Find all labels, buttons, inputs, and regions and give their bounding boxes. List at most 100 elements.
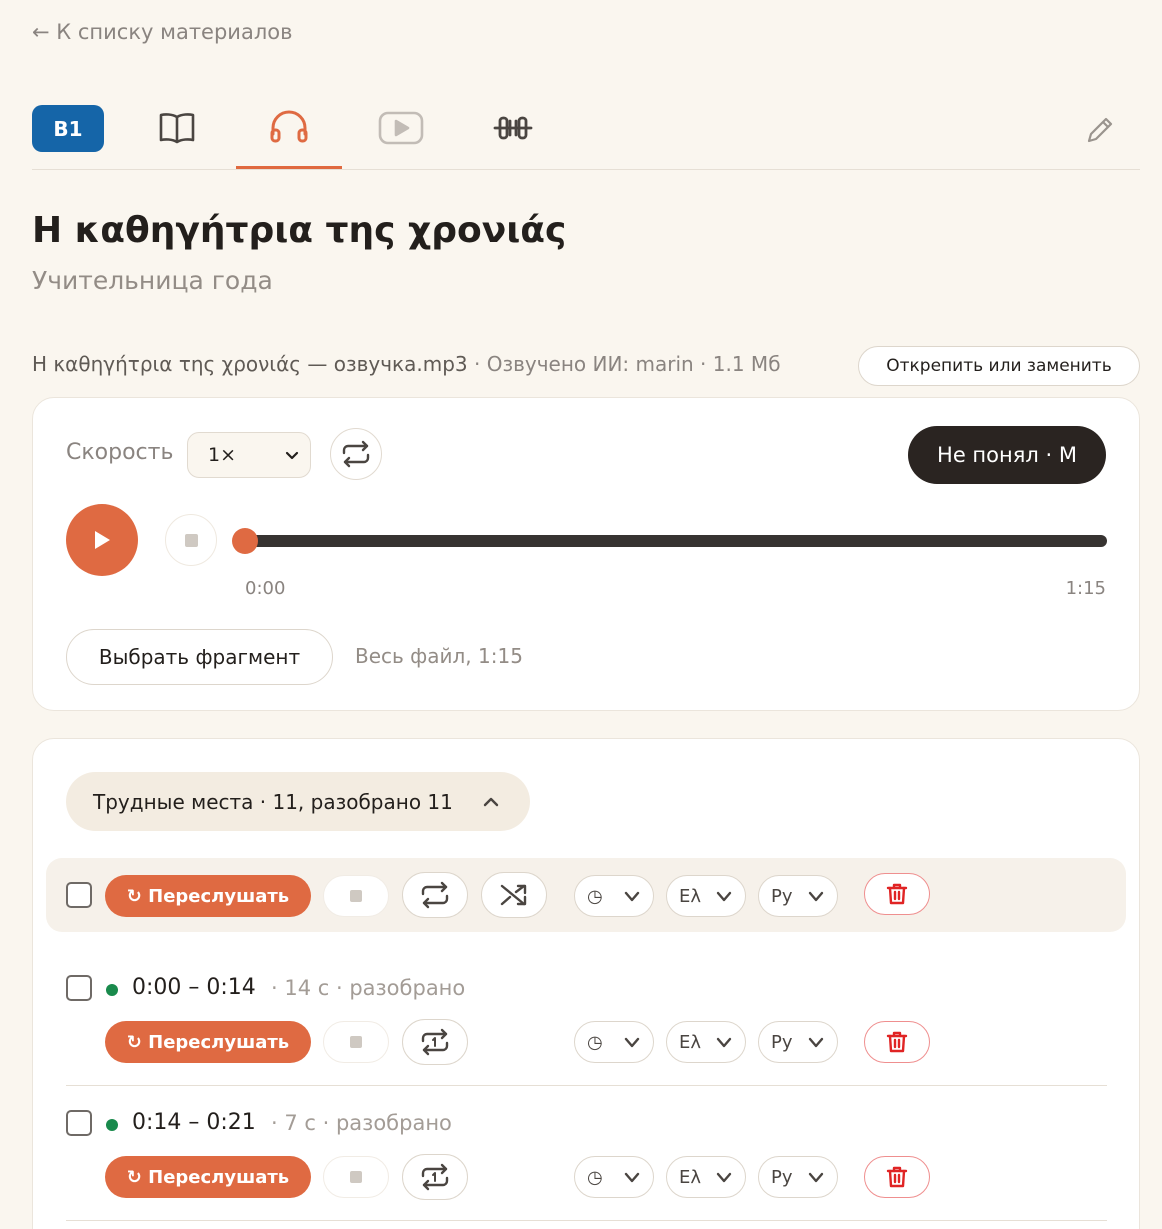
segment-greek-select[interactable]: Ελ xyxy=(666,1021,746,1063)
bulk-repeat-button[interactable] xyxy=(402,872,468,918)
speed-value: 1× xyxy=(208,444,237,466)
tab-reading[interactable] xyxy=(124,100,230,169)
timing-select-value: ◷ xyxy=(587,1166,603,1188)
timing-select-value: ◷ xyxy=(587,1031,603,1053)
audio-file-meta: · Озвучено ИИ: marin · 1.1 Мб xyxy=(467,352,781,376)
segment-meta: · 14 с · разобрано xyxy=(271,976,466,1000)
bulk-stop-button[interactable] xyxy=(323,875,389,917)
timing-select-value: ◷ xyxy=(587,885,603,907)
chevron-down-icon xyxy=(808,891,824,902)
segment-stop-button[interactable] xyxy=(323,1156,389,1198)
shuffle-icon xyxy=(500,884,527,906)
detach-replace-button[interactable]: Открепить или заменить xyxy=(858,346,1140,386)
segment-repeat-once-button[interactable] xyxy=(402,1154,468,1200)
trash-icon xyxy=(886,1031,908,1053)
chevron-down-icon xyxy=(716,1172,732,1183)
repeat-once-icon xyxy=(421,1028,449,1056)
edit-button[interactable] xyxy=(1080,110,1120,150)
repeat-once-icon xyxy=(421,1163,449,1191)
progress-slider[interactable] xyxy=(232,528,1107,554)
speed-label: Скорость xyxy=(66,440,174,465)
material-tabs: B1 xyxy=(32,100,1140,170)
select-all-checkbox[interactable] xyxy=(66,882,92,908)
bulk-actions-row: ↻ Переслушать ◷ Ελ Ру xyxy=(46,858,1126,932)
chevron-down-icon xyxy=(624,891,640,902)
bulk-timing-select[interactable]: ◷ xyxy=(574,875,654,917)
bulk-relisten-button[interactable]: ↻ Переслушать xyxy=(105,875,311,917)
not-understood-button[interactable]: Не понял · M xyxy=(908,426,1106,484)
loop-toggle-button[interactable] xyxy=(330,428,382,480)
material-subtitle: Учительница года xyxy=(32,266,273,295)
greek-select-value: Ελ xyxy=(679,1166,702,1188)
chevron-down-icon xyxy=(808,1172,824,1183)
segment-russian-select[interactable]: Ру xyxy=(758,1156,838,1198)
tab-listening[interactable] xyxy=(236,100,342,169)
stop-icon xyxy=(350,890,362,902)
play-button[interactable] xyxy=(66,504,138,576)
time-total: 1:15 xyxy=(1065,578,1106,599)
audio-player-card: Скорость 1× Не понял · M 0:00 1:15 Выбра… xyxy=(32,397,1140,711)
chevron-down-icon xyxy=(808,1037,824,1048)
bulk-russian-select[interactable]: Ру xyxy=(758,875,838,917)
segment-repeat-once-button[interactable] xyxy=(402,1019,468,1065)
segment-meta: · 7 с · разобрано xyxy=(271,1111,452,1135)
stop-icon xyxy=(350,1171,362,1183)
stop-icon xyxy=(350,1036,362,1048)
hard-spots-card: Трудные места · 11, разобрано 11 ↻ Перес… xyxy=(32,738,1140,1229)
trash-icon xyxy=(886,1166,908,1188)
tab-exercises[interactable] xyxy=(460,100,566,169)
hard-spots-toggle[interactable]: Трудные места · 11, разобрано 11 xyxy=(66,772,530,831)
level-badge[interactable]: B1 xyxy=(32,105,104,152)
greek-select-value: Ελ xyxy=(679,1031,702,1053)
segment-delete-button[interactable] xyxy=(864,1156,930,1198)
headphones-icon xyxy=(270,110,308,143)
video-icon xyxy=(378,111,424,144)
segment-row: 0:14 – 0:21 · 7 с · разобрано ↻ Переслуш… xyxy=(66,1100,1107,1221)
russian-select-value: Ру xyxy=(771,1031,793,1053)
back-to-list-link[interactable]: ← К списку материалов xyxy=(32,20,292,44)
pencil-icon xyxy=(1087,117,1113,143)
chevron-up-icon xyxy=(483,797,499,807)
hard-spots-label: Трудные места · 11, разобрано 11 xyxy=(93,789,453,814)
segment-timing-select[interactable]: ◷ xyxy=(574,1156,654,1198)
segment-delete-button[interactable] xyxy=(864,1021,930,1063)
segment-stop-button[interactable] xyxy=(323,1021,389,1063)
status-done-dot xyxy=(106,1119,118,1131)
speed-select[interactable]: 1× xyxy=(187,432,311,478)
tab-video[interactable] xyxy=(348,100,454,169)
chevron-down-icon xyxy=(624,1172,640,1183)
book-icon xyxy=(159,112,195,143)
stop-icon xyxy=(184,533,198,547)
trash-icon xyxy=(886,883,908,905)
russian-select-value: Ру xyxy=(771,1166,793,1188)
segment-greek-select[interactable]: Ελ xyxy=(666,1156,746,1198)
audio-file-info: Η καθηγήτρια της χρονιάς — озвучка.mp3 ·… xyxy=(32,352,781,376)
bulk-shuffle-button[interactable] xyxy=(481,872,547,918)
time-current: 0:00 xyxy=(245,578,286,599)
greek-select-value: Ελ xyxy=(679,885,702,907)
segment-relisten-button[interactable]: ↻ Переслушать xyxy=(105,1021,311,1063)
repeat-icon xyxy=(421,881,449,909)
bulk-delete-button[interactable] xyxy=(864,873,930,915)
fragment-info: Весь файл, 1:15 xyxy=(355,644,523,668)
segment-russian-select[interactable]: Ру xyxy=(758,1021,838,1063)
status-done-dot xyxy=(106,984,118,996)
segment-row: 0:00 – 0:14 · 14 с · разобрано ↻ Переслу… xyxy=(66,965,1107,1086)
progress-handle[interactable] xyxy=(232,528,258,554)
segment-time: 0:14 – 0:21 xyxy=(132,1110,256,1135)
segment-timing-select[interactable]: ◷ xyxy=(574,1021,654,1063)
segment-relisten-button[interactable]: ↻ Переслушать xyxy=(105,1156,311,1198)
bulk-greek-select[interactable]: Ελ xyxy=(666,875,746,917)
chevron-down-icon xyxy=(716,1037,732,1048)
audio-file-name: Η καθηγήτρια της χρονιάς — озвучка.mp3 xyxy=(32,352,468,376)
select-fragment-button[interactable]: Выбрать фрагмент xyxy=(66,629,333,685)
chevron-down-icon xyxy=(624,1037,640,1048)
exercise-icon xyxy=(493,116,533,139)
stop-button[interactable] xyxy=(165,514,217,566)
segment-checkbox[interactable] xyxy=(66,975,92,1001)
segment-checkbox[interactable] xyxy=(66,1110,92,1136)
play-icon xyxy=(95,531,110,549)
chevron-down-icon xyxy=(285,451,299,460)
russian-select-value: Ру xyxy=(771,885,793,907)
material-title: Η καθηγήτρια της χρονιάς xyxy=(32,210,567,251)
